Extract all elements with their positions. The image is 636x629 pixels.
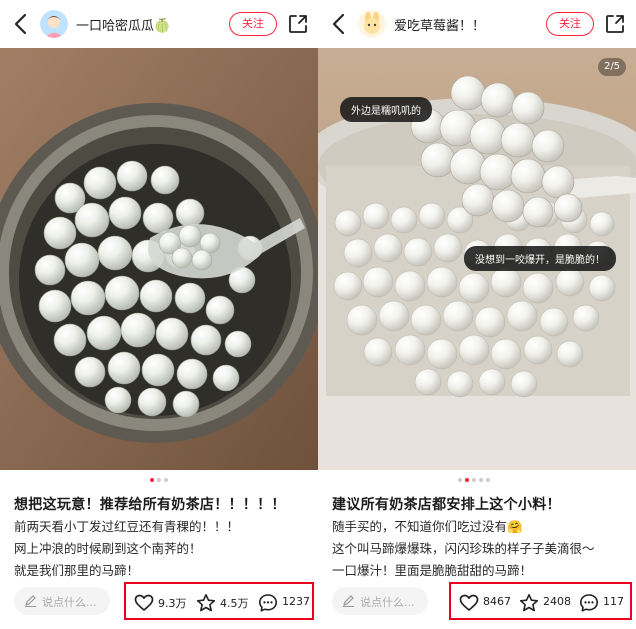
comment-placeholder: 说点什么... xyxy=(360,596,415,609)
post-header: 一口哈密瓜瓜🍈 关注 xyxy=(0,0,318,48)
carousel-dot xyxy=(472,478,476,482)
post-body-line: 网上冲浪的时候刷到这个南荠的！ xyxy=(14,541,202,556)
engagement-actions: 9.3万 4.5万 1237 xyxy=(124,582,314,620)
star-icon[interactable] xyxy=(519,593,539,613)
pen-icon xyxy=(25,595,36,607)
comment-icon[interactable] xyxy=(258,593,278,613)
back-arrow-icon[interactable] xyxy=(12,12,30,36)
carousel-dot xyxy=(479,478,483,482)
carousel-dot xyxy=(486,478,490,482)
post-header: 爱吃草莓酱！！ 关注 xyxy=(318,0,636,48)
like-count: 9.3万 xyxy=(158,597,187,610)
pen-icon xyxy=(343,595,354,607)
collect-count: 2408 xyxy=(543,595,571,608)
like-count: 8467 xyxy=(483,595,511,608)
share-icon[interactable] xyxy=(287,13,309,35)
comment-count: 1237 xyxy=(282,595,310,608)
post-body-line: 随手买的，不知道你们吃过没有🤗 xyxy=(332,519,523,534)
post-panel-left: 一口哈密瓜瓜🍈 关注 想把这玩意！推荐给所有奶茶店！！！！！ 前两天看小丁发过红… xyxy=(0,0,318,629)
comment-icon[interactable] xyxy=(579,593,599,613)
photo-caption: 外边是糯叽叽的 xyxy=(340,97,432,122)
comment-placeholder: 说点什么... xyxy=(42,596,97,609)
comment-input[interactable]: 说点什么... xyxy=(332,587,428,615)
engagement-actions: 8467 2408 117 xyxy=(449,582,632,620)
comment-input[interactable]: 说点什么... xyxy=(14,587,110,615)
heart-icon[interactable] xyxy=(134,593,154,613)
star-icon[interactable] xyxy=(196,593,216,613)
photo-caption: 没想到一咬爆开，是脆脆的！ xyxy=(464,246,616,271)
comment-count: 117 xyxy=(603,595,624,608)
follow-button[interactable]: 关注 xyxy=(546,12,594,36)
back-arrow-icon[interactable] xyxy=(330,12,348,36)
heart-icon[interactable] xyxy=(459,593,479,613)
follow-button[interactable]: 关注 xyxy=(229,12,277,36)
carousel-dots xyxy=(150,478,170,484)
post-body-line: 一口爆汁！里面是脆脆甜甜的马蹄！ xyxy=(332,563,533,578)
post-photo[interactable] xyxy=(0,48,318,470)
collect-count: 4.5万 xyxy=(220,597,249,610)
post-body-line: 就是我们那里的马蹄！ xyxy=(14,563,140,578)
carousel-dot xyxy=(150,478,154,482)
avatar[interactable] xyxy=(40,10,68,38)
post-title: 建议所有奶茶店都安排上这个小料！ xyxy=(332,497,561,513)
post-body-line: 这个叫马蹄爆爆珠，闪闪珍珠的样子子美滴很～ xyxy=(332,541,595,556)
carousel-dot xyxy=(465,478,469,482)
post-body-line: 前两天看小丁发过红豆还有青稞的！！！ xyxy=(14,519,240,534)
author-name[interactable]: 爱吃草莓酱！！ xyxy=(394,15,485,34)
carousel-dot xyxy=(458,478,462,482)
share-icon[interactable] xyxy=(604,13,626,35)
carousel-dot xyxy=(164,478,168,482)
page-indicator: 2/5 xyxy=(598,58,626,76)
carousel-dot xyxy=(157,478,161,482)
post-title: 想把这玩意！推荐给所有奶茶店！！！！！ xyxy=(14,497,286,513)
avatar[interactable] xyxy=(358,10,386,38)
carousel-dots xyxy=(458,478,492,484)
post-panel-right: 爱吃草莓酱！！ 关注 2/5 外边是糯叽叽的 没想到一咬爆开，是脆脆的！ 建议所… xyxy=(318,0,636,629)
author-name[interactable]: 一口哈密瓜瓜🍈 xyxy=(76,15,170,34)
